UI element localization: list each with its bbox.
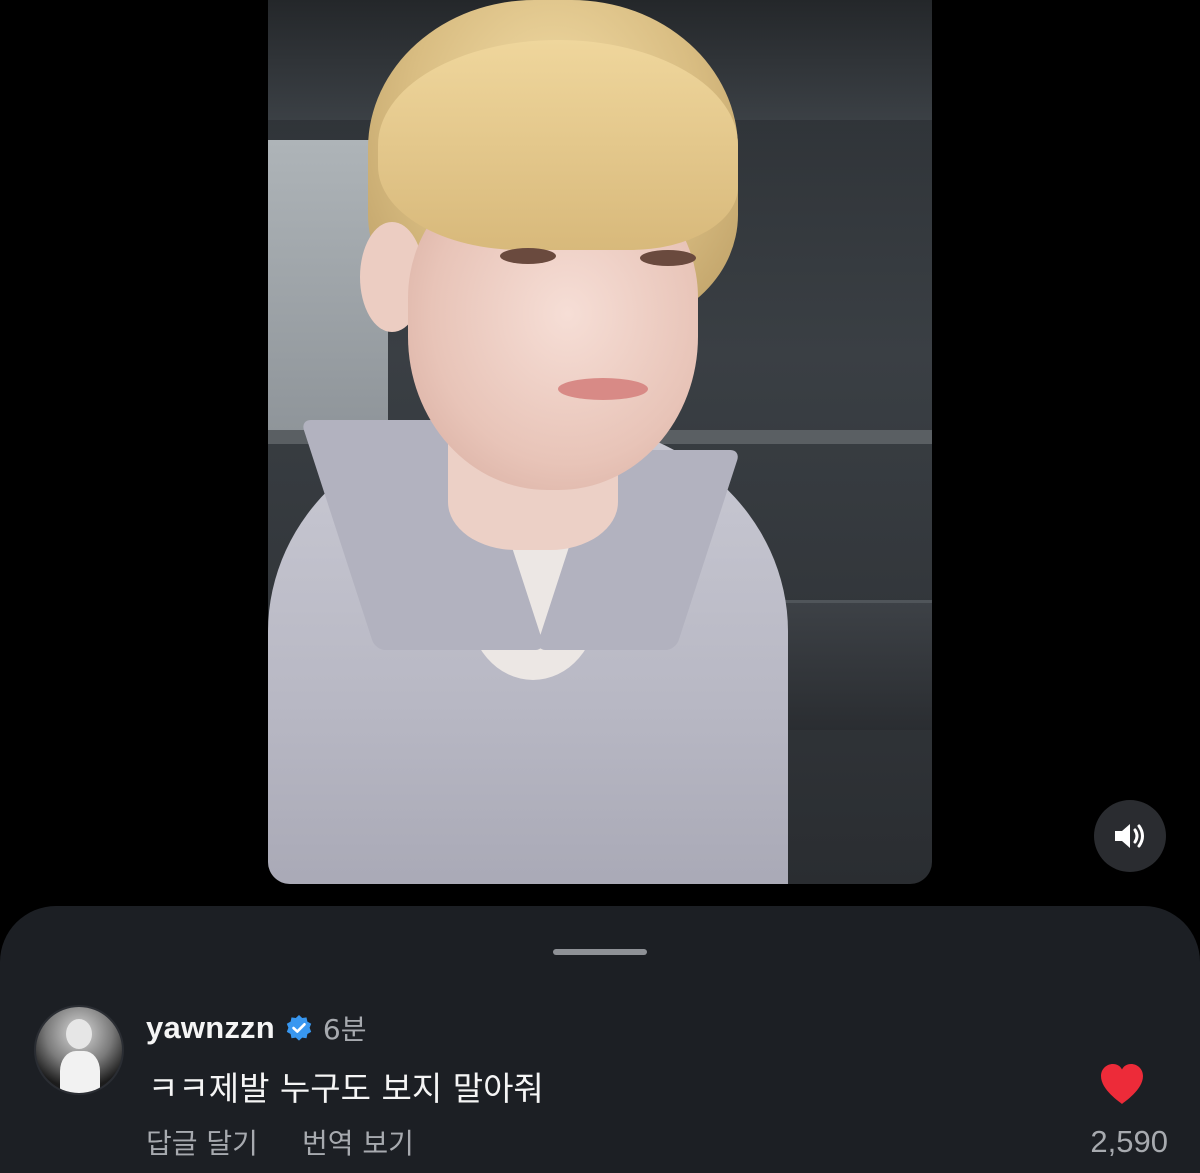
comment-header: yawnzzn 6분 <box>146 1006 366 1050</box>
avatar[interactable] <box>34 1005 124 1095</box>
translate-button[interactable]: 번역 보기 <box>302 1122 414 1162</box>
comment-text: ㅋㅋ제발 누구도 보지 말아줘 <box>148 1069 544 1108</box>
comment-sheet: yawnzzn 6분 ㅋㅋ제발 누구도 보지 말아줘 답글 달기 번역 보기 2… <box>0 906 1200 1173</box>
avatar-figure-head <box>66 1019 92 1049</box>
comment-actions: 답글 달기 번역 보기 <box>146 1122 414 1162</box>
verified-badge-icon <box>286 1015 312 1041</box>
heart-filled-icon[interactable] <box>1098 1062 1146 1106</box>
video-subject <box>268 0 932 884</box>
speaker-volume-icon <box>1115 824 1144 848</box>
sheet-drag-handle[interactable] <box>553 949 647 955</box>
username-link[interactable]: yawnzzn <box>146 1010 275 1046</box>
subject-lips <box>558 378 648 400</box>
like-count: 2,590 <box>1090 1124 1168 1159</box>
reel-viewer: yawnzzn 6분 ㅋㅋ제발 누구도 보지 말아줘 답글 달기 번역 보기 2… <box>0 0 1200 1173</box>
reply-button[interactable]: 답글 달기 <box>146 1122 258 1162</box>
subject-eye-right <box>640 250 696 266</box>
avatar-figure-body <box>60 1051 100 1093</box>
comment-timestamp: 6분 <box>322 1013 367 1046</box>
video-player[interactable] <box>268 0 932 884</box>
subject-eye-left <box>500 248 556 264</box>
subject-fringe <box>378 40 738 250</box>
sound-toggle-button[interactable] <box>1094 800 1166 872</box>
